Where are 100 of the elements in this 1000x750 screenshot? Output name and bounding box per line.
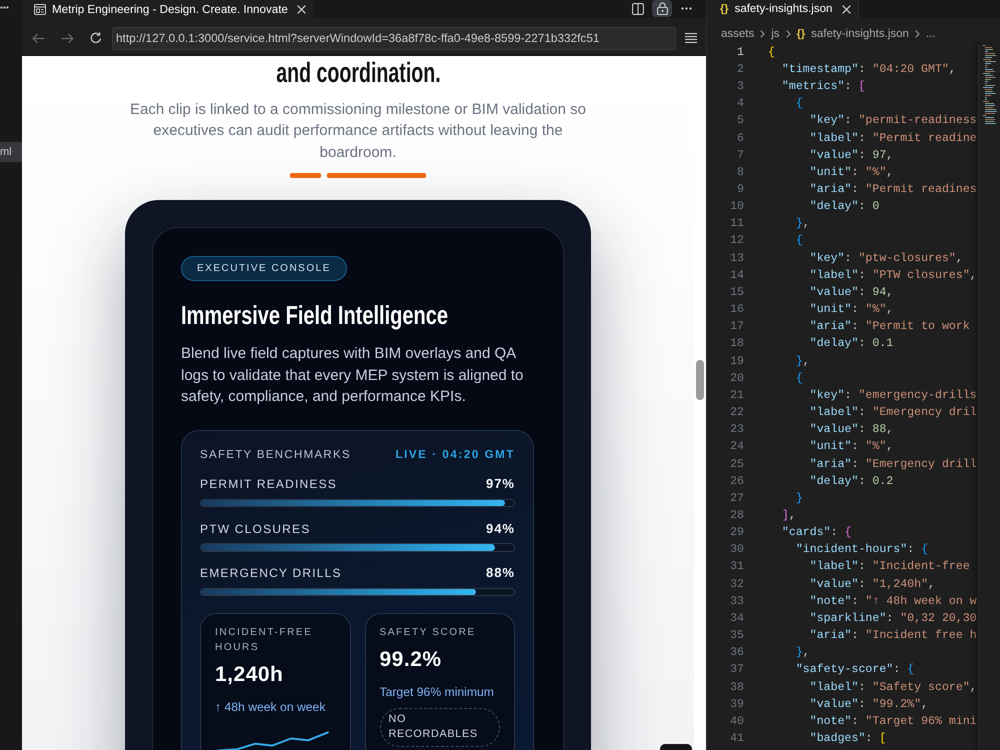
line-number: 4	[737, 97, 744, 110]
browser-page-icon	[34, 4, 46, 14]
refresh-icon[interactable]	[90, 32, 102, 44]
code-line: },	[796, 645, 810, 662]
code-line: "delay": 0.1	[810, 336, 894, 352]
json-file-icon: {}	[720, 3, 729, 15]
line-number: 11	[730, 217, 744, 230]
section-heading: and coordination.	[276, 57, 440, 89]
line-number: 14	[730, 268, 744, 282]
stat-label: SAFETY SCORE	[380, 626, 477, 640]
address-field[interactable]: http://127.0.0.1:3000/service.html?serverWindowId=36a8f78c-ffa0-49e8-8599-2271b332fc51	[112, 26, 676, 50]
code-line: "unit": "%",	[810, 164, 894, 181]
chevron-icon	[760, 30, 766, 38]
editor-tab[interactable]: {} safety-insights.json	[707, 0, 860, 18]
metric-label: PTW CLOSURES	[200, 520, 310, 537]
console-title: Immersive Field Intelligence	[181, 299, 448, 332]
stat-note: Target 96% minimum	[380, 684, 495, 701]
console-description: Blend live field captures with BIM overlays and QA logs to validate that every MEP system is aligned to safety, compliance, and performance KPIs.	[181, 344, 524, 408]
code-line: "value": 88,	[810, 422, 894, 438]
line-number: 3	[737, 80, 744, 94]
line-number: 40	[730, 714, 744, 728]
code-line: "label": "Emergency dril	[810, 405, 977, 422]
code-line: ],	[782, 508, 796, 524]
json-file-icon: {}	[796, 28, 806, 40]
close-icon[interactable]	[296, 4, 306, 14]
code-line: "label": "Incident-free	[810, 559, 970, 576]
line-number: 5	[737, 114, 744, 128]
code-line: {	[796, 96, 803, 112]
code-line: "key": "ptw-closures",	[810, 250, 963, 267]
code-line: "unit": "%",	[810, 302, 894, 318]
code-line: "value": 97,	[810, 148, 894, 164]
line-number: 41	[730, 732, 744, 745]
split-editor-icon	[632, 2, 644, 14]
code-line: {	[796, 233, 803, 250]
menu-icon[interactable]	[685, 33, 697, 43]
scrollbar-thumb[interactable]	[696, 360, 704, 400]
chevron-icon	[914, 30, 920, 38]
code-line: "label": "PTW closures",	[810, 268, 977, 284]
breadcrumb-item[interactable]: js	[771, 28, 780, 40]
line-number: 26	[730, 474, 744, 488]
code-line: {	[796, 370, 803, 387]
line-number: 29	[730, 526, 744, 540]
code-line: "value": 94,	[810, 284, 894, 301]
line-number: 36	[730, 646, 744, 660]
stat-value: 1,240h	[215, 662, 284, 688]
code-line: "aria": "Permit to work	[810, 319, 970, 336]
line-number: 31	[730, 560, 744, 574]
breadcrumb-item[interactable]: ...	[926, 28, 936, 40]
code-line: "delay": 0.2	[810, 474, 894, 490]
line-number: 34	[730, 612, 744, 625]
line-number: 37	[730, 663, 744, 676]
metric-value: 88%	[486, 565, 515, 582]
metric-value: 97%	[486, 476, 515, 492]
code-line: "unit": "%",	[810, 439, 894, 456]
breadcrumb-item[interactable]: assets	[721, 28, 754, 40]
benchmarks-title: SAFETY BENCHMARKS	[200, 448, 351, 463]
minimap-drawing[interactable]	[983, 44, 1000, 125]
code-line: "cards": {	[782, 525, 852, 542]
line-number: 21	[730, 388, 744, 402]
code-line: "label": "Safety score",	[810, 680, 977, 696]
line-number: 25	[730, 458, 744, 470]
line-number: 38	[730, 680, 744, 694]
code-line: "aria": "Permit readines	[810, 182, 977, 198]
line-number: 18	[730, 337, 744, 350]
metric-value: 94%	[486, 520, 515, 537]
metric-label: PERMIT READINESS	[200, 476, 338, 492]
breadcrumb-item[interactable]: {} safety-insights.json	[796, 28, 909, 40]
line-number: 24	[730, 440, 744, 454]
lock-button[interactable]	[652, 0, 672, 17]
stat-label: INCIDENT-FREE HOURS	[215, 626, 314, 656]
code-line: "label": "Permit readine	[810, 130, 977, 147]
line-number: 10	[730, 200, 744, 214]
code-line: "delay": 0	[810, 199, 880, 216]
floating-button[interactable]	[660, 744, 692, 750]
line-number: 27	[730, 492, 744, 505]
code-line: "note": "↑ 48h week on w	[810, 594, 977, 610]
lock-icon	[656, 2, 668, 15]
chevron-icon	[786, 30, 791, 38]
line-number: 22	[730, 406, 744, 420]
explorer-item[interactable]: ml	[0, 142, 22, 162]
code-line: "value": "99.2%",	[810, 696, 928, 713]
console-badge: EXECUTIVE CONSOLE	[181, 256, 347, 281]
code-line: "aria": "Emergency drill	[810, 456, 977, 472]
code-line: "key": "permit-readiness	[810, 113, 977, 130]
more-icon[interactable]	[0, 6, 9, 9]
stat-value: 99.2%	[380, 646, 443, 673]
code-line: "incident-hours": {	[796, 542, 928, 558]
line-number: 8	[737, 166, 744, 179]
code-line: "safety-score": {	[796, 662, 914, 678]
code-line: "value": "1,240h",	[810, 576, 936, 593]
line-number: 28	[730, 508, 744, 522]
browser-tab[interactable]: Metrip Engineering - Design. Create. Innovate	[23, 0, 314, 18]
code-line: "aria": "Incident free h	[810, 628, 977, 644]
line-number: 12	[730, 234, 744, 248]
line-number: 20	[730, 372, 744, 385]
stat-note: ↑ 48h week on week	[215, 698, 326, 716]
line-number: 7	[737, 148, 744, 162]
line-number: 6	[737, 132, 744, 145]
close-icon[interactable]	[842, 4, 852, 14]
intro-text: Each clip is linked to a commissioning milestone or BIM validation so executives can audit performance artifacts without leaving the boardroom.	[128, 100, 588, 162]
